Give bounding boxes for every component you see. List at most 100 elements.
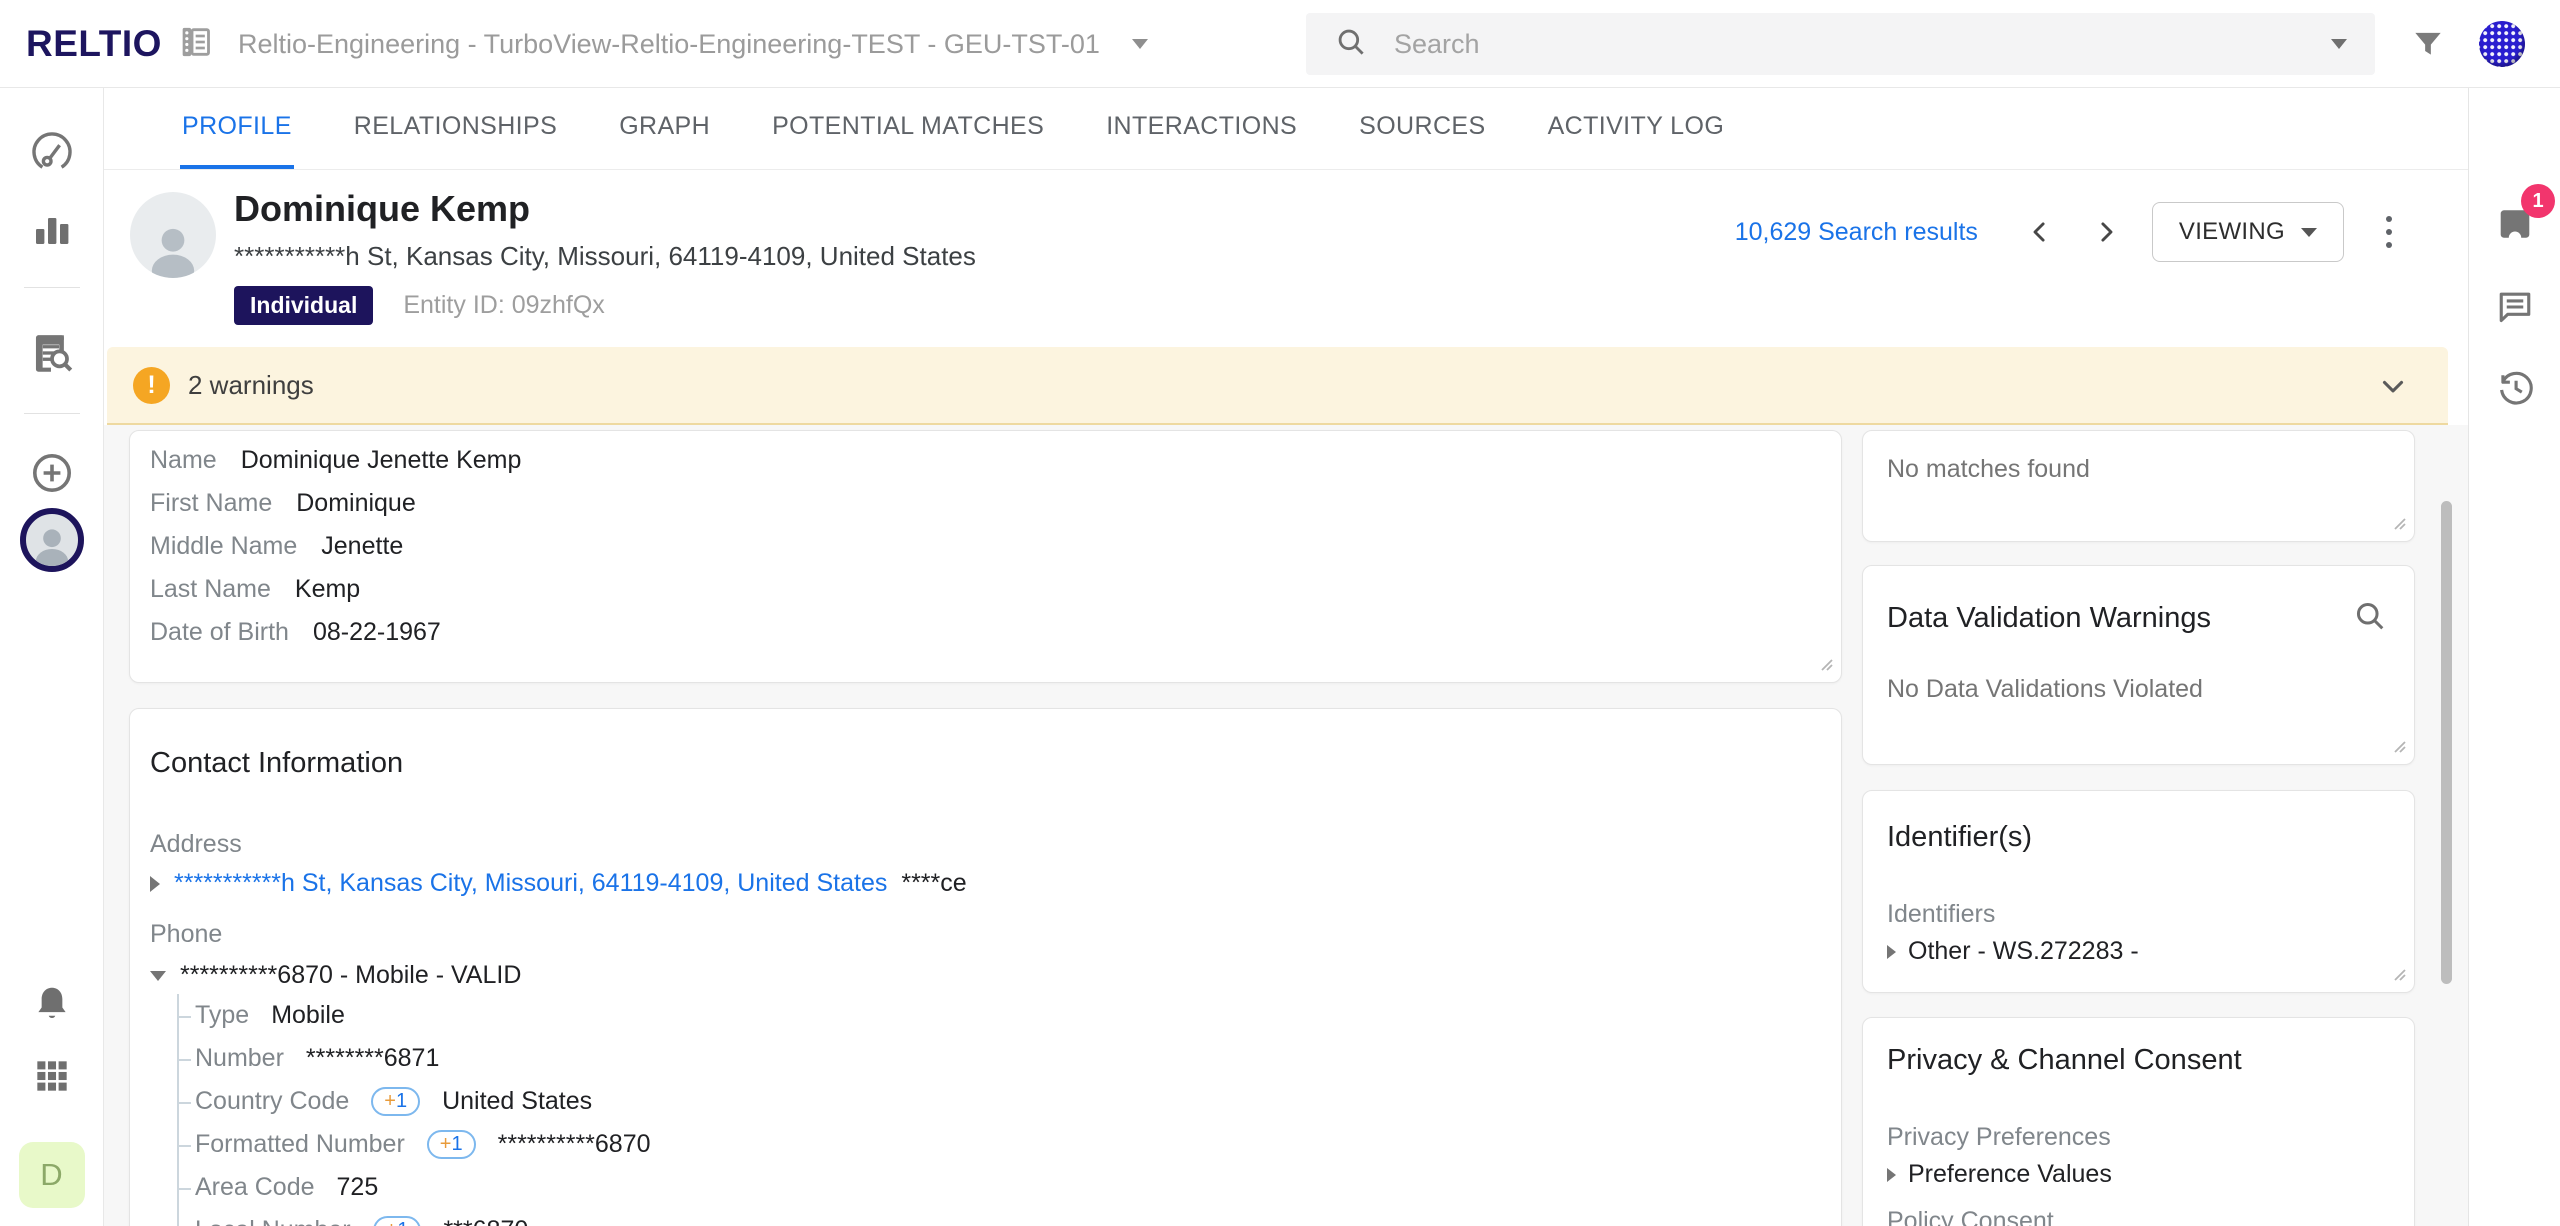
attribute-value[interactable]: 08-22-1967 <box>313 618 441 647</box>
attribute-row: First Name Dominique <box>150 482 1841 525</box>
tab-relationships[interactable]: RELATIONSHIPS <box>352 88 559 169</box>
identifier-row[interactable]: Other - WS.272283 - <box>1887 937 2414 966</box>
policy-consent-label: Policy Consent <box>1887 1207 2414 1226</box>
attribute-row: Middle Name Jenette <box>150 525 1841 568</box>
expand-caret-icon[interactable] <box>1887 945 1896 959</box>
sidebar-item-dashboard[interactable] <box>28 128 76 181</box>
expand-warnings-chevron-icon[interactable] <box>2376 369 2410 408</box>
phone-field-row: Country Code +1 United States <box>179 1080 1841 1123</box>
attribute-label: First Name <box>150 489 272 518</box>
field-value[interactable]: Mobile <box>271 1001 345 1030</box>
additional-values-pill[interactable]: +1 <box>371 1087 420 1116</box>
resize-handle[interactable] <box>2388 735 2408 760</box>
warnings-banner[interactable]: ! 2 warnings <box>107 347 2448 425</box>
address-link[interactable]: ***********h St, Kansas City, Missouri, … <box>174 869 887 898</box>
chevron-down-icon <box>2301 228 2317 237</box>
expand-caret-icon[interactable] <box>150 876 160 892</box>
rightbar-item-history[interactable] <box>2493 365 2537 414</box>
resize-handle[interactable] <box>1815 653 1835 678</box>
additional-values-pill[interactable]: +1 <box>373 1216 422 1226</box>
attribute-value[interactable]: Kemp <box>295 575 360 604</box>
field-value[interactable]: ***6870 <box>443 1216 528 1226</box>
profile-header: Dominique Kemp ***********h St, Kansas C… <box>104 170 2468 347</box>
field-label: Country Code <box>195 1087 349 1116</box>
entity-name: Dominique Kemp <box>234 188 976 230</box>
sidebar-item-analytics[interactable] <box>28 204 76 257</box>
identifiers-group-label: Identifiers <box>1887 900 2414 929</box>
history-clock-icon <box>2493 396 2537 413</box>
field-value[interactable]: ********6871 <box>306 1044 439 1073</box>
tab-interactions[interactable]: INTERACTIONS <box>1104 88 1299 169</box>
card-title: Contact Information <box>150 747 1841 780</box>
previous-record-button[interactable] <box>2018 210 2062 254</box>
search-input[interactable] <box>1394 29 2305 60</box>
entity-id: Entity ID: 09zhfQx <box>403 291 604 320</box>
sidebar-item-current-profile[interactable] <box>20 508 84 572</box>
more-actions-button[interactable] <box>2374 208 2404 256</box>
additional-values-pill[interactable]: +1 <box>427 1130 476 1159</box>
document-search-icon <box>27 328 77 383</box>
phone-field-row: Number ********6871 <box>179 1037 1841 1080</box>
user-avatar[interactable] <box>2479 21 2525 67</box>
field-label: Formatted Number <box>195 1130 405 1159</box>
workspace-label: Reltio-Engineering - TurboView-Reltio-En… <box>238 29 1100 60</box>
attribute-value[interactable]: Jenette <box>321 532 403 561</box>
field-label: Local Number <box>195 1216 351 1226</box>
vertical-scrollbar[interactable] <box>2441 501 2452 984</box>
tasks-badge: 1 <box>2521 184 2555 218</box>
profile-content: Name Dominique Jenette Kemp First Name D… <box>104 425 2468 1226</box>
next-record-button[interactable] <box>2084 210 2128 254</box>
identifiers-card: Identifier(s) Identifiers Other - WS.272… <box>1862 790 2415 993</box>
sidebar-item-user-initial[interactable]: D <box>19 1142 85 1208</box>
preference-values-row[interactable]: Preference Values <box>1887 1160 2414 1189</box>
attribute-label: Name <box>150 446 217 475</box>
filter-button[interactable] <box>2406 24 2450 68</box>
global-search[interactable] <box>1306 13 2375 75</box>
user-initial-badge: D <box>19 1142 85 1208</box>
tab-graph[interactable]: GRAPH <box>617 88 712 169</box>
viewing-mode-label: VIEWING <box>2179 218 2285 246</box>
tab-potential-matches[interactable]: POTENTIAL MATCHES <box>770 88 1046 169</box>
sidebar-item-app-grid[interactable] <box>30 1054 74 1103</box>
attribute-value[interactable]: Dominique Jenette Kemp <box>241 446 522 475</box>
expand-caret-icon[interactable] <box>1887 1168 1896 1182</box>
contact-information-card: Contact Information Address ***********h… <box>129 708 1842 1226</box>
resize-handle[interactable] <box>2388 963 2408 988</box>
sidebar-item-notifications[interactable] <box>29 982 75 1033</box>
rightbar-item-comments[interactable] <box>2493 285 2537 334</box>
entity-tabs: PROFILE RELATIONSHIPS GRAPH POTENTIAL MA… <box>104 88 2468 170</box>
field-label: Type <box>195 1001 249 1030</box>
search-icon[interactable] <box>2352 598 2388 639</box>
sidebar-item-audit-search[interactable] <box>27 328 77 383</box>
phone-field-row: Area Code 725 <box>179 1166 1841 1209</box>
reltio-app: RELTIO Reltio-Engineering - TurboView-Re… <box>0 0 2560 1226</box>
tab-activity-log[interactable]: ACTIVITY LOG <box>1546 88 1727 169</box>
address-row[interactable]: ***********h St, Kansas City, Missouri, … <box>150 869 1841 898</box>
collapse-caret-icon[interactable] <box>150 971 166 981</box>
workspace-list-icon <box>176 22 216 67</box>
phone-summary-row[interactable]: **********6870 - Mobile - VALID <box>150 961 1841 990</box>
sidebar-item-create[interactable] <box>28 449 76 502</box>
address-suffix: ****ce <box>901 869 966 898</box>
phone-summary: **********6870 - Mobile - VALID <box>180 961 521 990</box>
resize-handle[interactable] <box>2388 512 2408 537</box>
field-value[interactable]: United States <box>442 1087 592 1116</box>
field-value[interactable]: **********6870 <box>498 1130 651 1159</box>
workspace-selector[interactable]: Reltio-Engineering - TurboView-Reltio-En… <box>176 0 1148 88</box>
search-results-link[interactable]: 10,629 Search results <box>1735 218 1978 247</box>
field-value[interactable]: 725 <box>337 1173 379 1202</box>
tab-sources[interactable]: SOURCES <box>1357 88 1487 169</box>
attribute-value[interactable]: Dominique <box>296 489 416 518</box>
tab-profile[interactable]: PROFILE <box>180 88 294 169</box>
search-scope-chevron-icon[interactable] <box>2331 39 2347 49</box>
filter-funnel-icon <box>2409 25 2447 68</box>
identifier-value[interactable]: Other - WS.272283 - <box>1908 937 2139 966</box>
card-title: Identifier(s) <box>1887 821 2414 854</box>
viewing-mode-button[interactable]: VIEWING <box>2152 202 2344 262</box>
attributes-card: Name Dominique Jenette Kemp First Name D… <box>129 430 1842 683</box>
phone-group-label: Phone <box>150 920 1841 949</box>
preference-values[interactable]: Preference Values <box>1908 1160 2112 1189</box>
warnings-count-label: 2 warnings <box>188 370 314 401</box>
attribute-label: Date of Birth <box>150 618 289 647</box>
phone-field-row: Type Mobile <box>179 994 1841 1037</box>
